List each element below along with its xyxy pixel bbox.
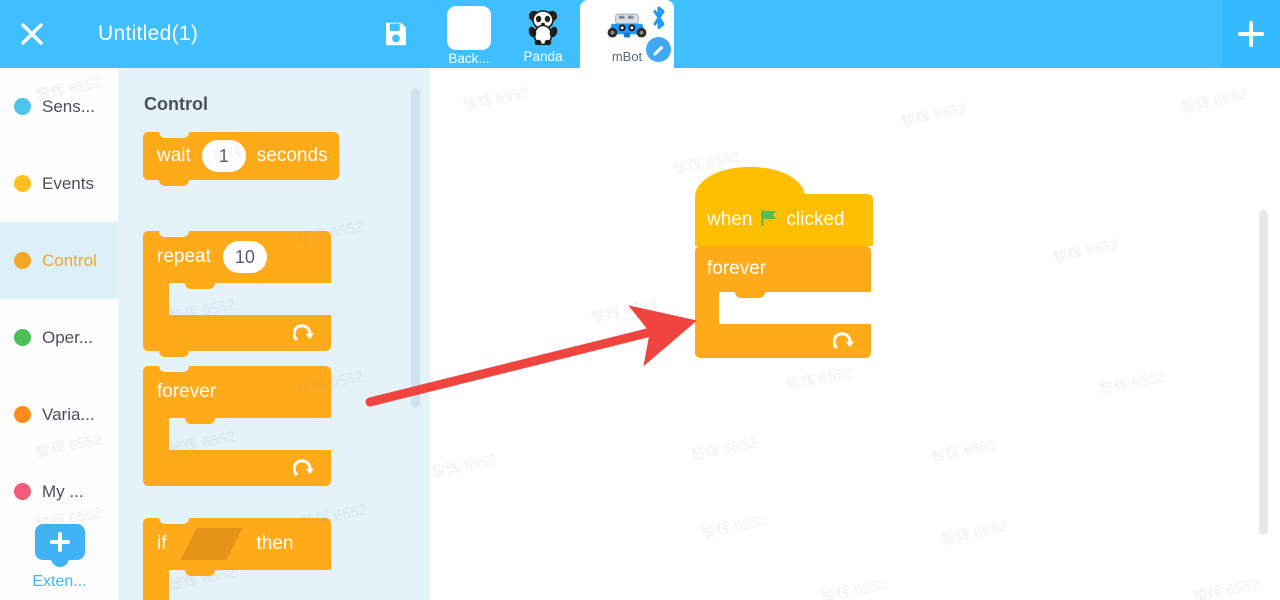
save-button[interactable] (378, 16, 414, 52)
sidebar-item-sensing[interactable]: Sens... (0, 68, 118, 145)
if-block-label: if (157, 533, 167, 554)
wait-duration-input[interactable]: 1 (201, 140, 246, 172)
wait-block-label-2: seconds (256, 145, 328, 166)
close-button[interactable] (0, 0, 64, 68)
palette-block-wait[interactable]: wait 1 seconds (143, 132, 339, 186)
palette-block-repeat[interactable]: repeat 10 (143, 231, 331, 357)
tab-mbot-label: mBot (611, 49, 643, 64)
control-color-dot (14, 252, 31, 269)
if-condition-slot[interactable] (181, 528, 243, 560)
close-icon (21, 23, 43, 45)
save-icon (386, 22, 406, 46)
block-palette[interactable]: Control wait 1 seconds repeat 10 forever… (119, 68, 430, 600)
project-title: Untitled(1) (98, 22, 199, 45)
sidebar-item-control[interactable]: Control (0, 222, 118, 299)
edit-device-button[interactable] (646, 37, 671, 62)
sidebar-item-control-label: Control (42, 250, 97, 270)
when-label: when (707, 209, 753, 230)
pencil-icon (652, 45, 663, 56)
variables-color-dot (14, 406, 31, 423)
block-when-flag-clicked[interactable]: when clicked (695, 167, 873, 246)
sidebar-item-operators[interactable]: Oper... (0, 299, 118, 376)
hat-cap-shape (695, 167, 805, 197)
repeat-block-label: repeat (157, 246, 211, 267)
forever-canvas-label: forever (707, 258, 767, 279)
mbot-thumb-icon (606, 6, 648, 48)
palette-category-title: Control (144, 94, 208, 114)
script-canvas[interactable]: when clicked forever (430, 68, 1280, 600)
operators-color-dot (14, 329, 31, 346)
tab-mbot[interactable]: mBot (580, 0, 674, 68)
script-stack[interactable]: when clicked forever (695, 167, 873, 358)
tab-panda-label: Panda (523, 49, 563, 64)
forever-block-label: forever (157, 381, 217, 402)
palette-block-if-then[interactable]: if then (143, 518, 331, 600)
sidebar-item-sensing-label: Sens... (42, 96, 95, 116)
then-block-label: then (256, 533, 294, 554)
tab-backdrop[interactable]: Back... (432, 0, 506, 68)
palette-scrollbar[interactable] (411, 88, 420, 408)
extension-add-icon (34, 524, 85, 560)
canvas-scrollbar[interactable] (1259, 210, 1268, 535)
block-forever-canvas[interactable]: forever (695, 246, 871, 358)
device-tabs: Back... Panda mBot (432, 0, 674, 68)
tab-backdrop-label: Back... (448, 51, 490, 66)
green-flag-icon (759, 208, 779, 233)
sensing-color-dot (14, 98, 31, 115)
sidebar-item-variables[interactable]: Varia... (0, 376, 118, 453)
palette-block-forever[interactable]: forever (143, 366, 331, 486)
mblock-app-window: Untitled(1) Back... Panda mBot Sens... E… (0, 0, 1280, 600)
bluetooth-icon[interactable] (649, 5, 669, 36)
events-color-dot (14, 175, 31, 192)
sidebar-item-operators-label: Oper... (42, 327, 94, 347)
my-blocks-color-dot (14, 483, 31, 500)
sidebar-item-variables-label: Varia... (42, 404, 95, 424)
tab-panda[interactable]: Panda (506, 0, 580, 68)
extensions-label: Exten... (32, 573, 87, 590)
sidebar-item-extensions[interactable]: Exten... (0, 512, 119, 600)
sidebar-item-events[interactable]: Events (0, 145, 118, 222)
sidebar-item-my-blocks-label: My ... (42, 481, 84, 501)
sidebar-item-events-label: Events (42, 173, 94, 193)
repeat-count-input[interactable]: 10 (222, 241, 267, 273)
clicked-label: clicked (786, 209, 845, 230)
add-device-button[interactable] (1222, 0, 1280, 68)
app-header: Untitled(1) Back... Panda mBot (0, 0, 1280, 68)
wait-block-label-1: wait (157, 145, 191, 166)
panda-thumb-icon (522, 6, 564, 48)
backdrop-thumb-icon (447, 6, 491, 50)
header-left-group: Untitled(1) (0, 0, 198, 68)
category-sidebar: Sens... Events Control Oper... Varia... … (0, 68, 119, 600)
